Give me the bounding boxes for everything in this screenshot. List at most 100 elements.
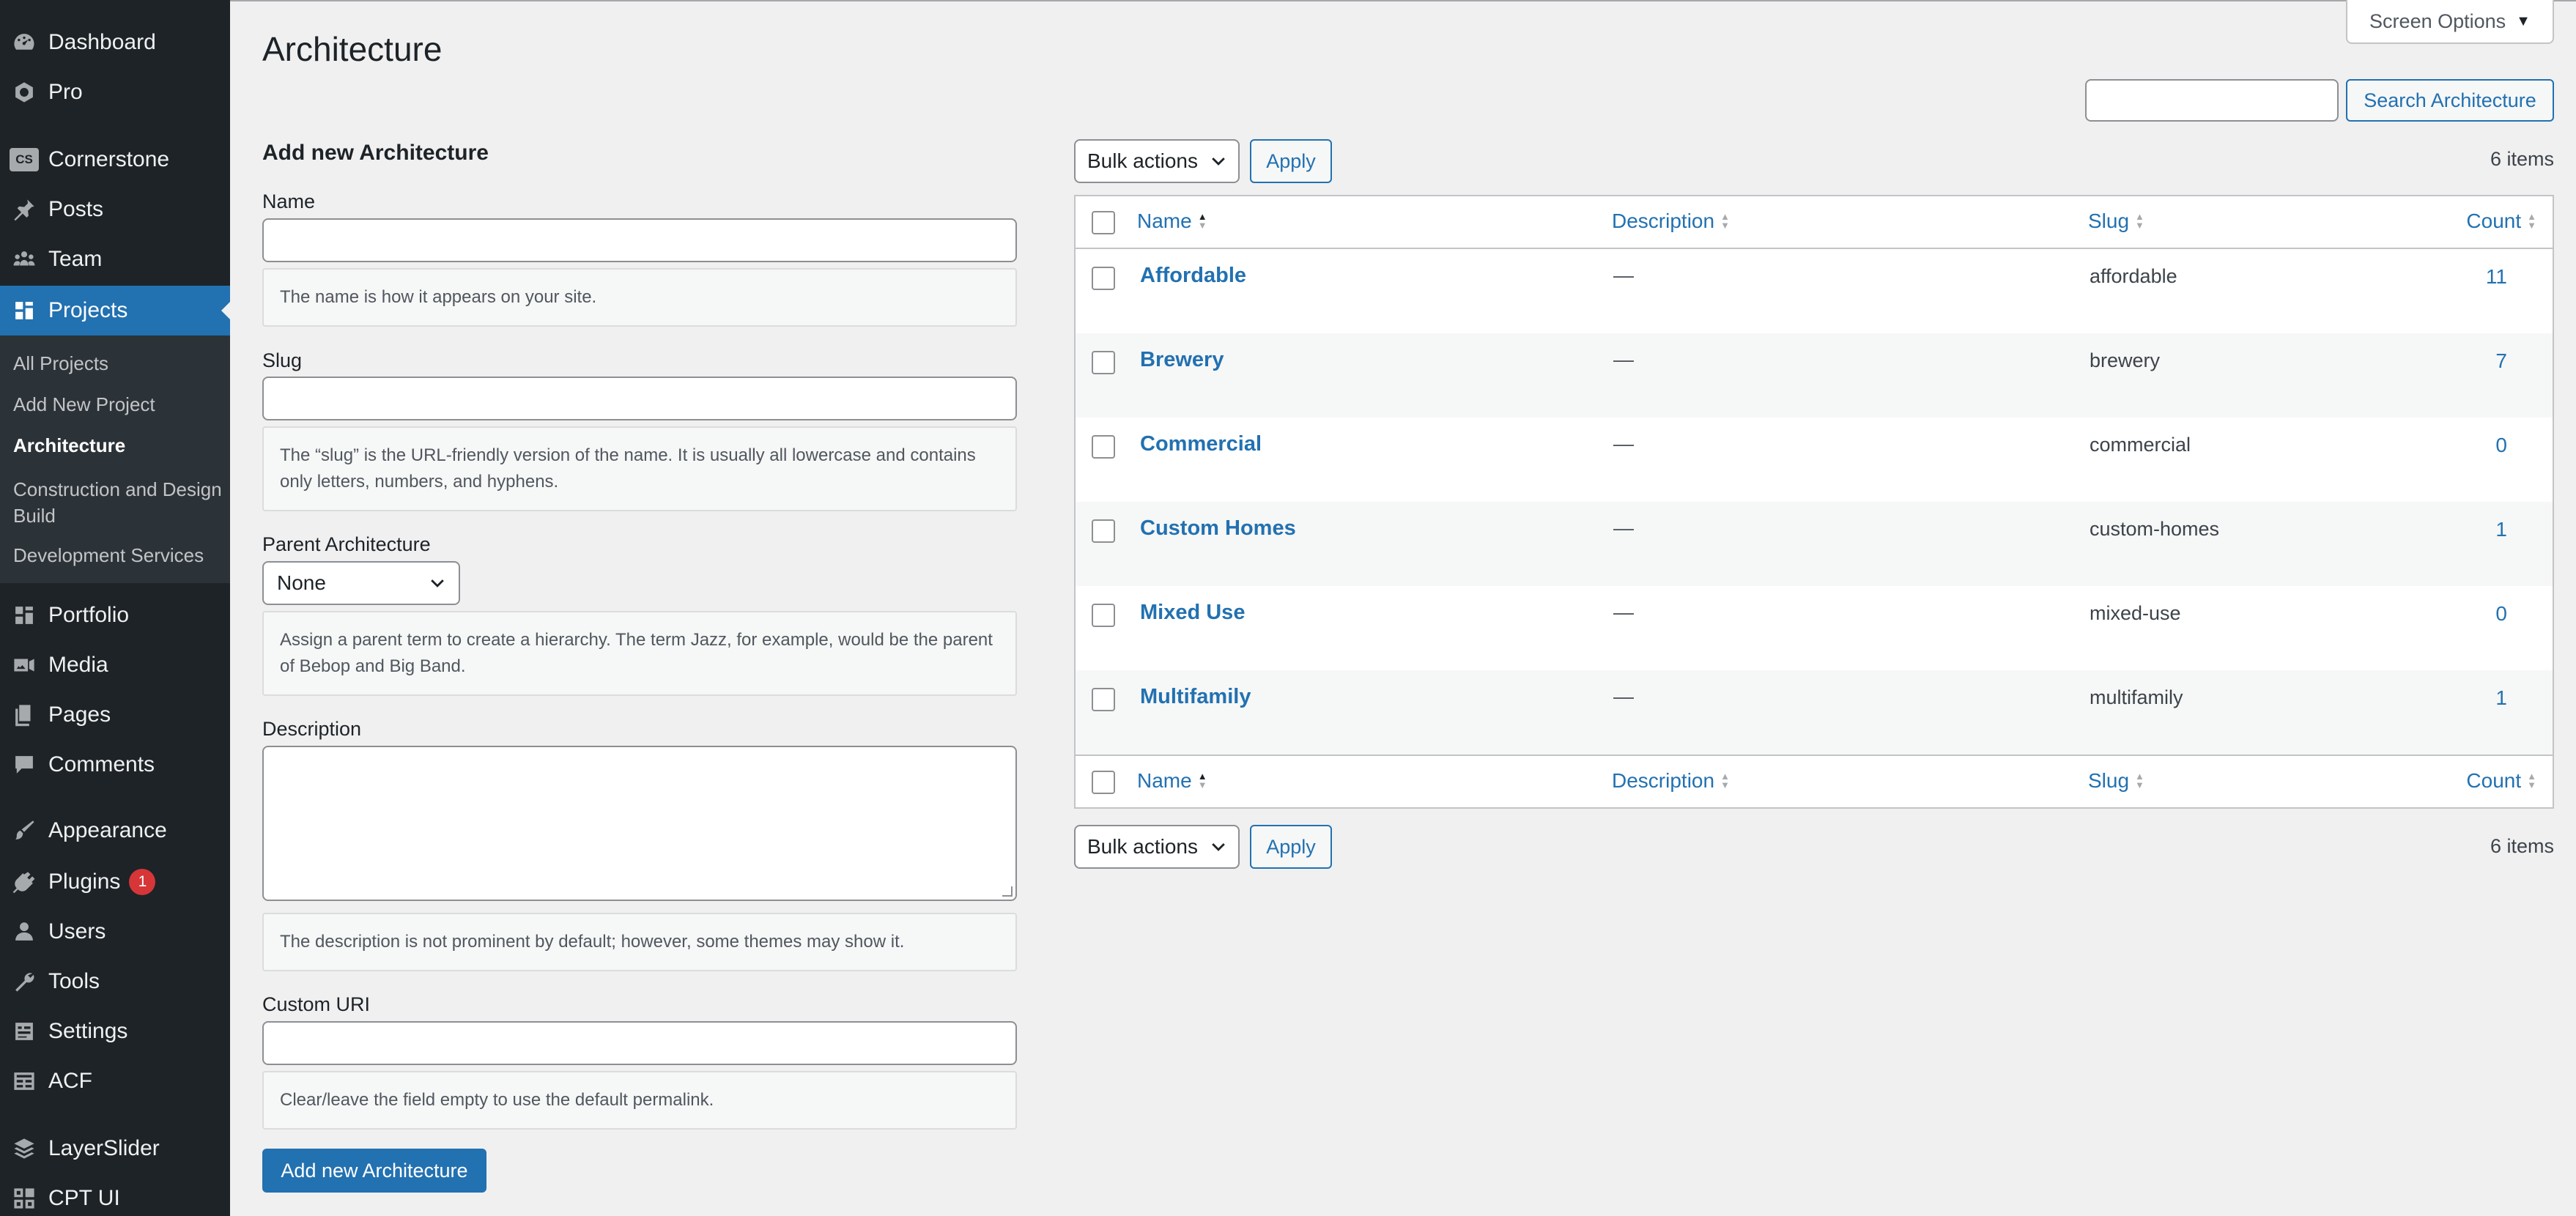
column-description-label: Description [1612,210,1715,232]
menu-item-projects[interactable]: Projects [0,286,230,335]
term-name-link[interactable]: Commercial [1140,432,1262,456]
menu-item-pro[interactable]: Pro [0,67,230,117]
description-label: Description [262,718,362,740]
cornerstone-icon: CS [0,135,48,185]
table-footer: Name ▲ ▼ Description ▲ ▼ Slug ▲ ▼ Count ▲ ▼ [1076,755,2553,807]
menu-item-team[interactable]: Team [0,234,230,284]
submenu-development-services[interactable]: Development Services [13,542,226,568]
menu-item-media[interactable]: Media [0,640,230,690]
menu-item-acf[interactable]: ACF [0,1056,230,1106]
row-checkbox[interactable] [1092,604,1115,627]
menu-item-plugins[interactable]: Plugins 1 [0,857,230,907]
search-input[interactable] [2085,79,2339,122]
sort-icon: ▲ ▼ [2135,211,2144,231]
terms-table: Name ▲ ▼ Description ▲ ▼ Slug ▲ ▼ Count ▲ ▼ … [1074,195,2554,809]
submenu-construction-design-build[interactable]: Construction and Design Build [13,476,226,529]
menu-item-cpt-ui[interactable]: CPT UI [0,1174,230,1216]
page-title: Architecture [262,30,443,68]
row-checkbox[interactable] [1092,688,1115,711]
term-count-link[interactable]: 11 [2486,265,2507,289]
column-footer-count[interactable]: Count ▲ ▼ [2466,769,2536,793]
apply-button-bottom[interactable]: Apply [1250,825,1332,869]
items-count-top: 6 items [2490,148,2554,170]
submenu-all-projects[interactable]: All Projects [13,350,226,377]
term-slug: commercial [2090,434,2191,456]
term-count-link[interactable]: 1 [2495,686,2507,710]
column-footer-description[interactable]: Description ▲ ▼ [1612,769,1730,793]
term-name-link[interactable]: Affordable [1140,264,1246,288]
chevron-down-icon [431,579,444,587]
name-label: Name [262,190,316,212]
term-description: — [1613,348,1634,371]
name-field[interactable] [262,218,1017,262]
bulk-actions-label: Bulk actions [1087,835,1198,858]
bulk-actions-select-top[interactable]: Bulk actions [1074,139,1240,183]
sort-icon: ▲ ▼ [2527,771,2536,790]
bulk-actions-label: Bulk actions [1087,149,1198,172]
menu-item-posts[interactable]: Posts [0,185,230,234]
row-checkbox[interactable] [1092,351,1115,374]
menu-item-appearance[interactable]: Appearance [0,806,230,856]
pro-icon [0,67,48,117]
row-checkbox[interactable] [1092,519,1115,543]
description-field[interactable] [262,746,1017,901]
name-help-text: The name is how it appears on your site. [262,268,1017,327]
term-count-link[interactable]: 0 [2495,434,2507,457]
term-name-link[interactable]: Custom Homes [1140,516,1296,541]
term-name-link[interactable]: Brewery [1140,348,1224,372]
term-count-link[interactable]: 0 [2495,602,2507,626]
caret-down-icon: ▼ [2516,12,2531,29]
custom-uri-field[interactable] [262,1021,1017,1065]
menu-item-tools[interactable]: Tools [0,957,230,1006]
column-header-count[interactable]: Count ▲ ▼ [2466,210,2536,233]
term-slug: mixed-use [2090,602,2181,624]
menu-label-posts: Posts [48,197,104,221]
menu-item-portfolio[interactable]: Portfolio [0,590,230,640]
chevron-down-icon [1212,157,1225,166]
submenu-architecture[interactable]: Architecture [13,432,226,459]
term-description: — [1613,685,1634,708]
column-footer-slug[interactable]: Slug ▲ ▼ [2088,769,2144,793]
resize-handle-icon[interactable] [1002,886,1013,897]
plugins-update-badge: 1 [129,869,156,895]
menu-item-users[interactable]: Users [0,907,230,957]
column-header-slug[interactable]: Slug ▲ ▼ [2088,210,2144,233]
bulk-actions-select-bottom[interactable]: Bulk actions [1074,825,1240,869]
menu-label-comments: Comments [48,752,155,776]
screen-options-button[interactable]: Screen Options ▼ [2346,0,2554,44]
table-row: Affordable — affordable 11 [1076,249,2553,333]
menu-label-cpt-ui: CPT UI [48,1186,120,1210]
menu-item-comments[interactable]: Comments [0,740,230,790]
term-name-link[interactable]: Multifamily [1140,685,1251,709]
menu-item-settings[interactable]: Settings [0,1006,230,1056]
term-count-link[interactable]: 7 [2495,349,2507,373]
menu-label-dashboard: Dashboard [48,30,156,54]
menu-item-dashboard[interactable]: Dashboard [0,18,230,67]
table-row: Mixed Use — mixed-use 0 [1076,586,2553,670]
slug-help-text: The “slug” is the URL-friendly version o… [262,426,1017,511]
slug-field[interactable] [262,377,1017,420]
row-checkbox[interactable] [1092,435,1115,459]
term-slug: custom-homes [2090,518,2220,540]
term-slug: multifamily [2090,686,2183,708]
top-divider [230,0,2576,1]
apply-button-top[interactable]: Apply [1250,139,1332,183]
chevron-down-icon [1212,843,1225,851]
column-header-description[interactable]: Description ▲ ▼ [1612,210,1730,233]
parent-select[interactable]: None [262,561,460,605]
menu-label-acf: ACF [48,1069,92,1093]
term-name-link[interactable]: Mixed Use [1140,601,1245,625]
menu-item-cornerstone[interactable]: CS Cornerstone [0,135,230,185]
term-count-link[interactable]: 1 [2495,518,2507,541]
search-architecture-button[interactable]: Search Architecture [2346,79,2554,122]
row-checkbox[interactable] [1092,267,1115,290]
add-new-architecture-button[interactable]: Add new Architecture [262,1149,486,1193]
select-all-checkbox[interactable] [1092,211,1115,234]
menu-item-pages[interactable]: Pages [0,690,230,740]
column-header-name[interactable]: Name ▲ ▼ [1137,210,1207,233]
menu-item-layerslider[interactable]: LayerSlider [0,1124,230,1174]
submenu-add-new-project[interactable]: Add New Project [13,391,226,418]
select-all-checkbox-bottom[interactable] [1092,771,1115,794]
acf-icon [0,1056,48,1106]
column-footer-name[interactable]: Name ▲ ▼ [1137,769,1207,793]
